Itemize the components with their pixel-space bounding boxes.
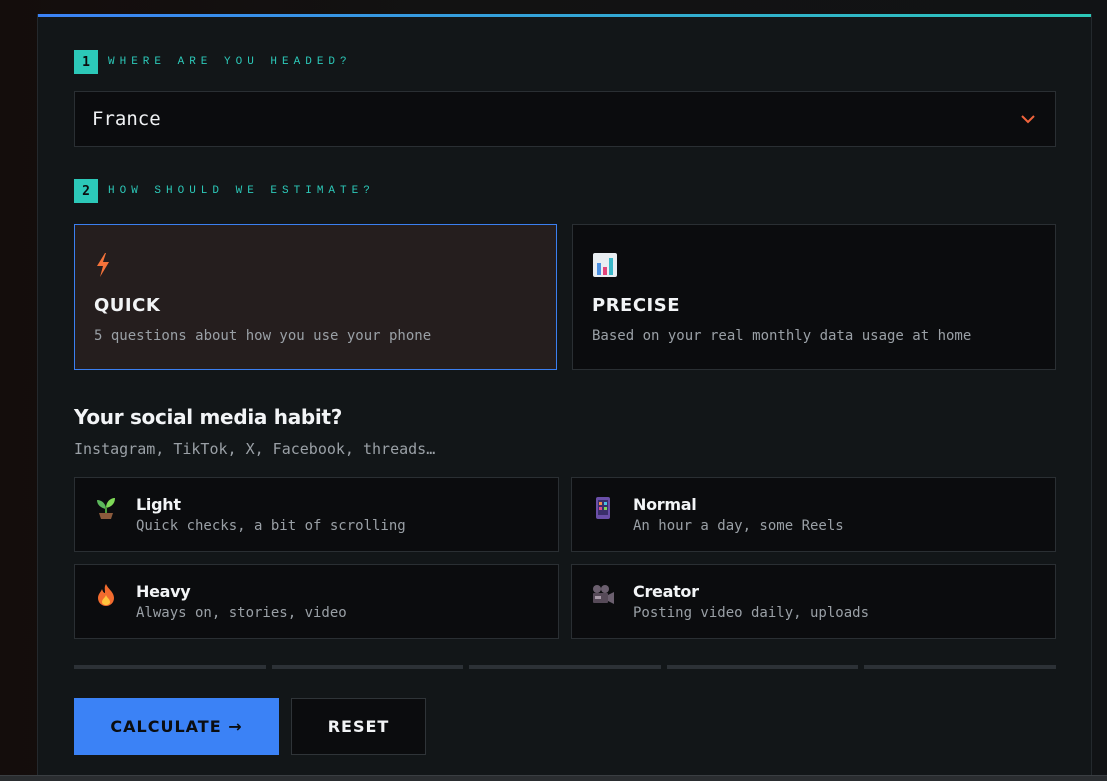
option-light-title: Light <box>136 495 181 514</box>
lightning-icon <box>94 251 537 279</box>
chevron-down-icon <box>1019 110 1037 128</box>
option-creator[interactable]: Creator Posting video daily, uploads <box>571 564 1056 639</box>
step-2-label: 2 HOW SHOULD WE ESTIMATE? <box>74 179 375 203</box>
question-title: Your social media habit? <box>74 405 343 429</box>
progress-segment <box>864 665 1056 669</box>
step-2-number: 2 <box>74 179 98 203</box>
step-1-number: 1 <box>74 50 98 74</box>
destination-select[interactable]: France <box>74 91 1056 147</box>
option-heavy-desc: Always on, stories, video <box>136 605 347 621</box>
option-creator-desc: Posting video daily, uploads <box>633 605 870 621</box>
question-progress <box>74 665 1056 669</box>
progress-segment <box>271 665 464 669</box>
video-camera-icon <box>591 583 615 607</box>
mode-desc-precise: Based on your real monthly data usage at… <box>592 328 972 344</box>
option-heavy[interactable]: Heavy Always on, stories, video <box>74 564 559 639</box>
phone-icon <box>591 496 615 520</box>
option-normal-title: Normal <box>633 495 697 514</box>
option-normal-desc: An hour a day, some Reels <box>633 518 844 534</box>
option-creator-title: Creator <box>633 582 699 601</box>
estimator-panel: 1 WHERE ARE YOU HEADED? France 2 HOW SHO… <box>37 14 1092 781</box>
window-bottom-edge <box>0 775 1107 781</box>
step-1-text: WHERE ARE YOU HEADED? <box>108 56 352 68</box>
option-normal[interactable]: Normal An hour a day, some Reels <box>571 477 1056 552</box>
progress-segment <box>74 665 266 669</box>
seedling-icon <box>94 496 118 520</box>
fire-icon <box>94 583 118 607</box>
mode-card-precise[interactable]: PRECISE Based on your real monthly data … <box>572 224 1056 370</box>
step-1-label: 1 WHERE ARE YOU HEADED? <box>74 50 352 74</box>
progress-segment <box>666 665 859 669</box>
bar-chart-icon <box>592 251 1036 279</box>
mode-desc-quick: 5 questions about how you use your phone <box>94 328 432 344</box>
destination-value: France <box>92 108 161 130</box>
mode-title-quick: QUICK <box>94 295 161 316</box>
option-heavy-title: Heavy <box>136 582 191 601</box>
option-light-desc: Quick checks, a bit of scrolling <box>136 518 406 534</box>
mode-title-precise: PRECISE <box>592 295 681 316</box>
option-light[interactable]: Light Quick checks, a bit of scrolling <box>74 477 559 552</box>
mode-card-quick[interactable]: QUICK 5 questions about how you use your… <box>74 224 557 370</box>
step-2-text: HOW SHOULD WE ESTIMATE? <box>108 185 375 197</box>
progress-segment <box>469 665 661 669</box>
question-subtitle: Instagram, TikTok, X, Facebook, threads… <box>74 440 436 458</box>
reset-button[interactable]: RESET <box>291 698 426 755</box>
panel-accent-bar <box>38 14 1091 17</box>
calculate-button[interactable]: CALCULATE → <box>74 698 279 755</box>
